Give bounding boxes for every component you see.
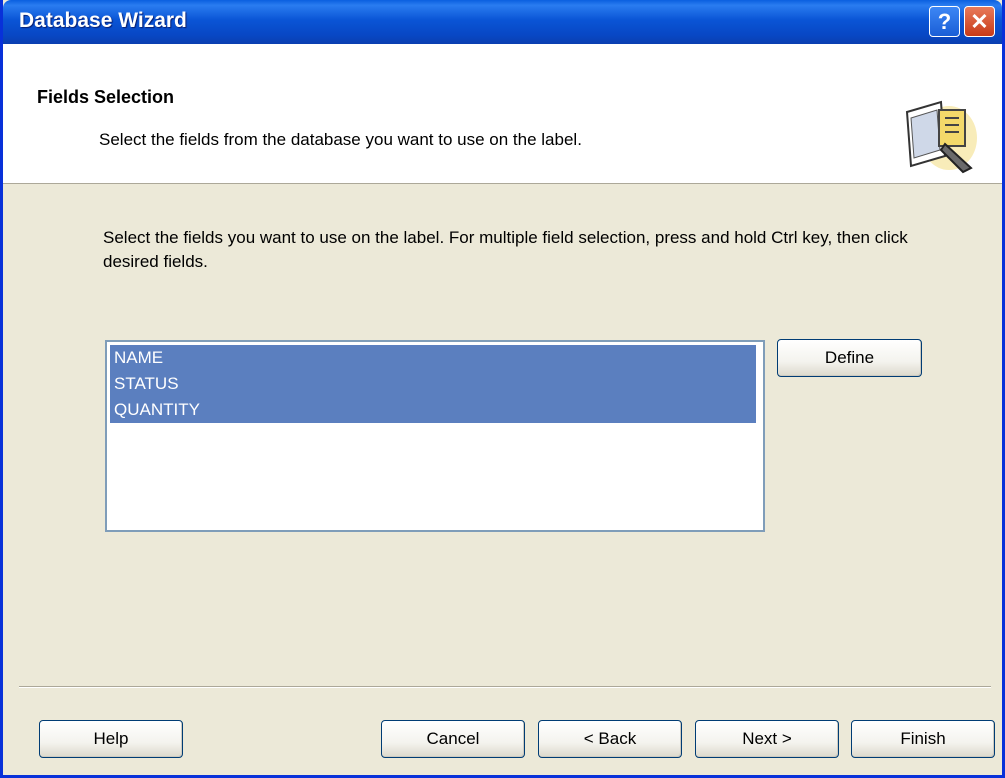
finish-button[interactable]: Finish xyxy=(851,720,995,758)
instructions-text: Select the fields you want to use on the… xyxy=(103,228,908,271)
footer-separator xyxy=(19,686,991,688)
step-title: Fields Selection xyxy=(37,87,175,107)
window-title: Database Wizard xyxy=(19,9,187,32)
help-button[interactable]: Help xyxy=(39,720,183,758)
next-button[interactable]: Next > xyxy=(695,720,839,758)
step-subtitle: Select the fields from the database you … xyxy=(99,130,582,149)
cancel-button[interactable]: Cancel xyxy=(381,720,525,758)
help-icon: ? xyxy=(937,8,952,34)
wizard-header: Fields Selection Select the fields from … xyxy=(3,44,1002,184)
help-title-button[interactable]: ? xyxy=(929,6,960,37)
back-button[interactable]: < Back xyxy=(538,720,682,758)
fields-listbox[interactable]: NAME STATUS QUANTITY xyxy=(105,340,765,532)
list-item[interactable]: QUANTITY xyxy=(110,397,756,423)
list-item[interactable]: STATUS xyxy=(110,371,756,397)
define-button[interactable]: Define xyxy=(777,339,922,377)
close-button[interactable]: ✕ xyxy=(964,6,995,37)
wizard-icon xyxy=(905,100,977,174)
list-item[interactable]: NAME xyxy=(110,345,756,371)
title-bar[interactable]: Database Wizard ? ✕ xyxy=(3,0,1002,44)
database-wizard-window: Database Wizard ? ✕ Fields Selection Sel… xyxy=(0,0,1005,778)
close-icon: ✕ xyxy=(970,8,989,34)
